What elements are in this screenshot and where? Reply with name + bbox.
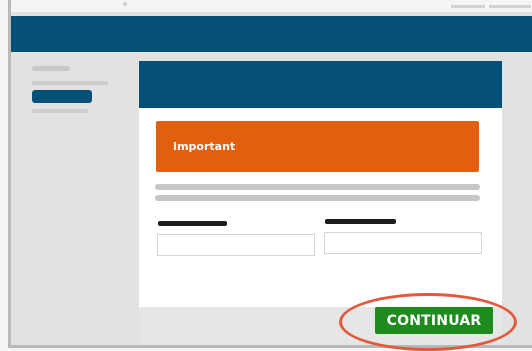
- sidebar-placeholder: [32, 109, 88, 113]
- text-placeholder-line: [155, 195, 480, 201]
- chrome-control[interactable]: [451, 5, 485, 8]
- chrome-control[interactable]: [489, 5, 531, 8]
- important-alert: Important: [156, 121, 479, 172]
- form-card: Important: [139, 61, 502, 307]
- sidebar-placeholder: [32, 66, 70, 71]
- alert-title: Important: [173, 140, 236, 153]
- field-label-placeholder: [158, 221, 227, 226]
- card-header: [139, 61, 502, 108]
- app-header-bar: [11, 16, 532, 52]
- chrome-indicator: [123, 2, 127, 6]
- screenshot-stage: Important CONTINUAR: [0, 0, 532, 351]
- input-field[interactable]: [157, 234, 315, 256]
- field-label-placeholder: [325, 219, 396, 224]
- sidebar-item-active[interactable]: [32, 90, 92, 103]
- sidebar-placeholder: [32, 81, 108, 85]
- browser-chrome: [11, 0, 532, 13]
- input-field[interactable]: [324, 232, 482, 254]
- text-placeholder-line: [155, 184, 480, 190]
- continue-button[interactable]: CONTINUAR: [375, 307, 493, 334]
